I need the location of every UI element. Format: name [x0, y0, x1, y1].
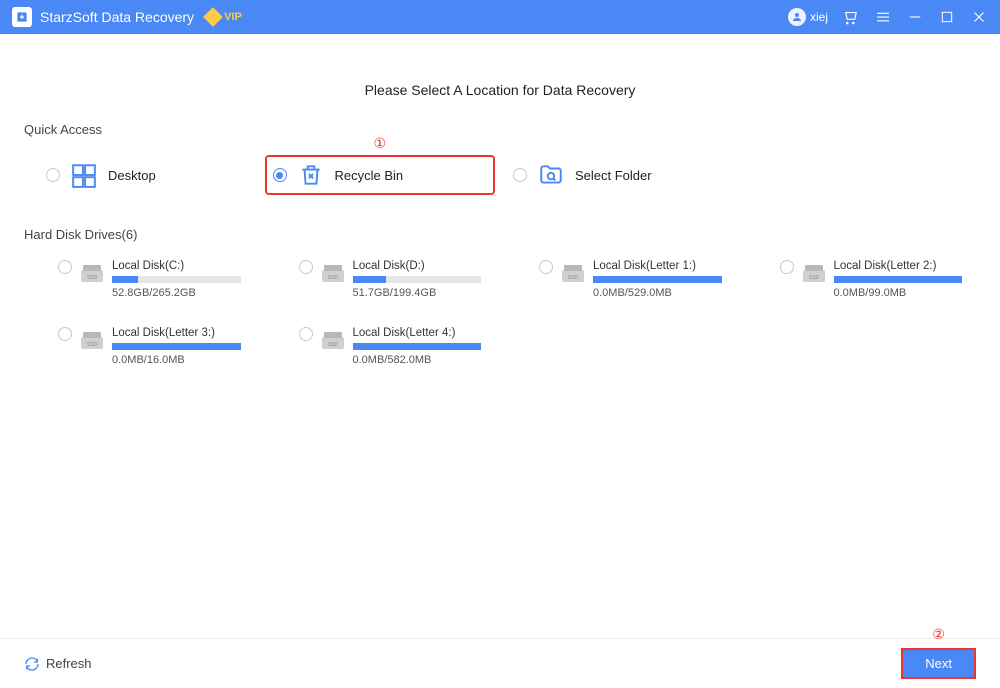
ssd-icon: SSD	[321, 264, 345, 284]
drive-name: Local Disk(Letter 1:)	[593, 260, 722, 272]
user-avatar-icon	[788, 8, 806, 26]
usage-bar	[112, 276, 241, 283]
ssd-icon: SSD	[321, 331, 345, 351]
radio-icon	[299, 327, 313, 341]
svg-text:SSD: SSD	[327, 275, 338, 281]
ssd-icon: SSD	[561, 264, 585, 284]
usage-bar	[834, 276, 963, 283]
quick-access-label: Recycle Bin	[335, 168, 404, 183]
drive-size: 0.0MB/529.0MB	[593, 287, 722, 299]
quick-access-row: Desktop ① Recycle Bin Select Folder	[24, 155, 976, 195]
callout-two: ②	[932, 626, 945, 643]
drive-name: Local Disk(C:)	[112, 260, 241, 272]
ssd-icon: SSD	[80, 331, 104, 351]
drive-size: 0.0MB/582.0MB	[353, 354, 482, 366]
radio-icon	[273, 168, 287, 182]
drives-grid: SSD Local Disk(C:) 52.8GB/265.2GB SSD Lo…	[24, 260, 976, 366]
drive-item[interactable]: SSD Local Disk(C:) 52.8GB/265.2GB	[58, 260, 255, 299]
drive-name: Local Disk(Letter 3:)	[112, 327, 241, 339]
desktop-icon	[70, 161, 98, 189]
close-icon[interactable]	[970, 8, 988, 26]
ssd-icon: SSD	[80, 264, 104, 284]
menu-icon[interactable]	[874, 8, 892, 26]
minimize-icon[interactable]	[906, 8, 924, 26]
username: xiej	[810, 10, 828, 24]
vip-label: VIP	[224, 11, 242, 23]
refresh-icon	[24, 656, 40, 672]
quick-access-label: Desktop	[108, 168, 156, 183]
radio-icon	[513, 168, 527, 182]
svg-text:SSD: SSD	[568, 275, 579, 281]
vip-badge: VIP	[206, 10, 242, 24]
page-heading: Please Select A Location for Data Recove…	[24, 82, 976, 98]
refresh-button[interactable]: Refresh	[24, 656, 92, 672]
drive-item[interactable]: SSD Local Disk(Letter 4:) 0.0MB/582.0MB	[299, 327, 496, 366]
quick-access-desktop[interactable]: Desktop	[38, 155, 255, 195]
drive-name: Local Disk(Letter 2:)	[834, 260, 963, 272]
quick-access-label: Select Folder	[575, 168, 652, 183]
cart-icon[interactable]	[842, 8, 860, 26]
callout-one: ①	[373, 135, 386, 152]
drive-size: 51.7GB/199.4GB	[353, 287, 482, 299]
recycle-bin-icon	[297, 161, 325, 189]
radio-icon	[58, 260, 72, 274]
quick-access-label: Quick Access	[24, 122, 976, 137]
radio-icon	[539, 260, 553, 274]
usage-bar	[353, 343, 482, 350]
main-content: Please Select A Location for Data Recove…	[0, 34, 1000, 366]
radio-icon	[780, 260, 794, 274]
user-account[interactable]: xiej	[788, 8, 828, 26]
titlebar: StarzSoft Data Recovery VIP xiej	[0, 0, 1000, 34]
usage-bar	[112, 343, 241, 350]
vip-diamond-icon	[203, 7, 223, 27]
drive-item[interactable]: SSD Local Disk(Letter 1:) 0.0MB/529.0MB	[539, 260, 736, 299]
usage-bar	[593, 276, 722, 283]
quick-access-recycle-bin[interactable]: ① Recycle Bin	[265, 155, 496, 195]
next-button[interactable]: Next	[901, 648, 976, 679]
svg-text:SSD: SSD	[808, 275, 819, 281]
svg-text:SSD: SSD	[87, 342, 98, 348]
svg-text:SSD: SSD	[87, 275, 98, 281]
drive-item[interactable]: SSD Local Disk(Letter 3:) 0.0MB/16.0MB	[58, 327, 255, 366]
footer: Refresh ② Next	[0, 638, 1000, 688]
drive-item[interactable]: SSD Local Disk(Letter 2:) 0.0MB/99.0MB	[780, 260, 977, 299]
drive-size: 0.0MB/99.0MB	[834, 287, 963, 299]
svg-text:SSD: SSD	[327, 342, 338, 348]
radio-icon	[58, 327, 72, 341]
folder-search-icon	[537, 161, 565, 189]
app-title: StarzSoft Data Recovery	[40, 9, 194, 25]
maximize-icon[interactable]	[938, 8, 956, 26]
radio-icon	[299, 260, 313, 274]
drive-name: Local Disk(D:)	[353, 260, 482, 272]
refresh-label: Refresh	[46, 656, 92, 671]
drive-size: 0.0MB/16.0MB	[112, 354, 241, 366]
ssd-icon: SSD	[802, 264, 826, 284]
usage-bar	[353, 276, 482, 283]
drive-item[interactable]: SSD Local Disk(D:) 51.7GB/199.4GB	[299, 260, 496, 299]
radio-icon	[46, 168, 60, 182]
drives-label: Hard Disk Drives(6)	[24, 227, 976, 242]
drive-size: 52.8GB/265.2GB	[112, 287, 241, 299]
app-logo-icon	[12, 7, 32, 27]
drive-name: Local Disk(Letter 4:)	[353, 327, 482, 339]
quick-access-select-folder[interactable]: Select Folder	[505, 155, 736, 195]
